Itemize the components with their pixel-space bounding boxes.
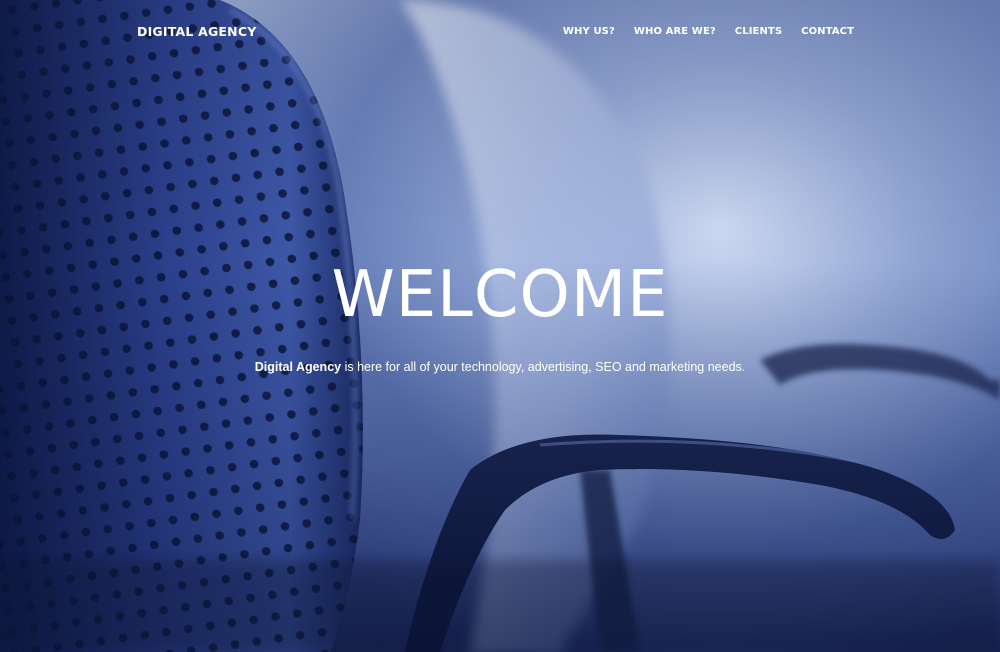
nav-contact[interactable]: CONTACT (801, 26, 854, 37)
landing-page: DIGITAL AGENCY WHY US? WHO ARE WE? CLIEN… (0, 0, 1000, 652)
hero-subtitle: Digital Agency is here for all of your t… (0, 360, 1000, 374)
hero-subtitle-brand: Digital Agency (254, 360, 342, 374)
site-header: DIGITAL AGENCY WHY US? WHO ARE WE? CLIEN… (0, 0, 1000, 64)
nav-why-us[interactable]: WHY US? (563, 26, 615, 37)
nav-who-are-we[interactable]: WHO ARE WE? (634, 26, 716, 37)
hero-title: WELCOME (331, 258, 669, 332)
main-nav: WHY US? WHO ARE WE? CLIENTS CONTACT (563, 26, 854, 37)
site-logo[interactable]: DIGITAL AGENCY (137, 24, 256, 39)
hero-subtitle-text: is here for all of your technology, adve… (341, 360, 746, 374)
nav-clients[interactable]: CLIENTS (735, 26, 782, 37)
